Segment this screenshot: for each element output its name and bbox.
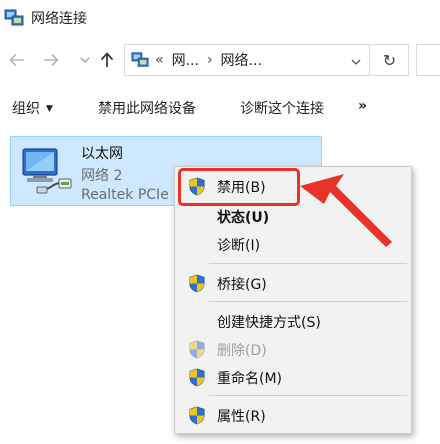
menu-item-label: 属性(R)	[217, 409, 266, 425]
forward-arrow-icon[interactable]	[40, 48, 62, 72]
window-title: 网络连接	[31, 11, 87, 27]
menu-separator	[209, 301, 407, 302]
back-arrow-icon[interactable]	[6, 48, 28, 72]
breadcrumb-item[interactable]: 网...	[172, 50, 199, 70]
breadcrumb-item[interactable]: 网络...	[221, 50, 262, 70]
menu-item-properties[interactable]: 属性(R)	[175, 402, 411, 428]
breadcrumb-separator[interactable]: ›	[207, 52, 213, 68]
up-arrow-icon[interactable]	[96, 48, 118, 72]
menu-item-rename[interactable]: 重命名(M)	[175, 364, 411, 390]
search-input[interactable]	[416, 44, 440, 76]
network-connections-icon	[4, 9, 24, 26]
adapter-network: 网络 2	[81, 168, 123, 184]
title-bar: 网络连接	[0, 0, 440, 36]
uac-shield-icon	[188, 368, 206, 387]
menu-item-label: 重命名(M)	[217, 371, 283, 387]
menu-item-bridge[interactable]: 桥接(G)	[175, 270, 411, 296]
adapter-device: Realtek PCIe	[81, 187, 169, 203]
disable-device-button[interactable]: 禁用此网络设备	[98, 98, 196, 118]
organize-menu-button[interactable]: 组织 ▼	[12, 98, 53, 118]
network-connections-icon	[131, 52, 149, 67]
uac-shield-icon	[188, 406, 206, 425]
navigation-bar: « 网... › 网络... ↻	[0, 40, 440, 80]
uac-shield-icon	[188, 340, 206, 359]
menu-item-delete: 删除(D)	[175, 336, 411, 362]
menu-item-label: 创建快捷方式(S)	[217, 315, 321, 331]
menu-separator	[209, 263, 407, 264]
command-bar: 组织 ▼ 禁用此网络设备 诊断这个连接 »	[0, 86, 440, 126]
organize-label: 组织	[12, 101, 40, 117]
diagnose-connection-button[interactable]: 诊断这个连接	[240, 98, 324, 118]
adapter-name: 以太网	[81, 146, 123, 162]
menu-item-label: 桥接(G)	[217, 277, 267, 293]
address-overflow[interactable]: «	[155, 52, 164, 68]
menu-item-label: 诊断(I)	[217, 238, 261, 254]
menu-item-label: 状态(U)	[217, 210, 270, 226]
more-commands-button[interactable]: »	[358, 98, 367, 114]
annotation-highlight-box	[178, 168, 300, 206]
annotation-arrow-icon	[300, 174, 392, 247]
menu-item-label: 删除(D)	[217, 343, 267, 359]
recent-locations-dropdown[interactable]	[74, 48, 96, 72]
uac-shield-icon	[188, 274, 206, 293]
menu-item-create-shortcut[interactable]: 创建快捷方式(S)	[175, 308, 411, 334]
menu-separator	[209, 395, 407, 396]
address-bar[interactable]: « 网... › 网络...	[124, 44, 370, 76]
address-dropdown-icon[interactable]	[351, 53, 361, 69]
refresh-icon[interactable]: ↻	[371, 44, 409, 76]
ethernet-adapter-icon	[22, 148, 72, 194]
chevron-down-icon: ▼	[46, 104, 53, 114]
